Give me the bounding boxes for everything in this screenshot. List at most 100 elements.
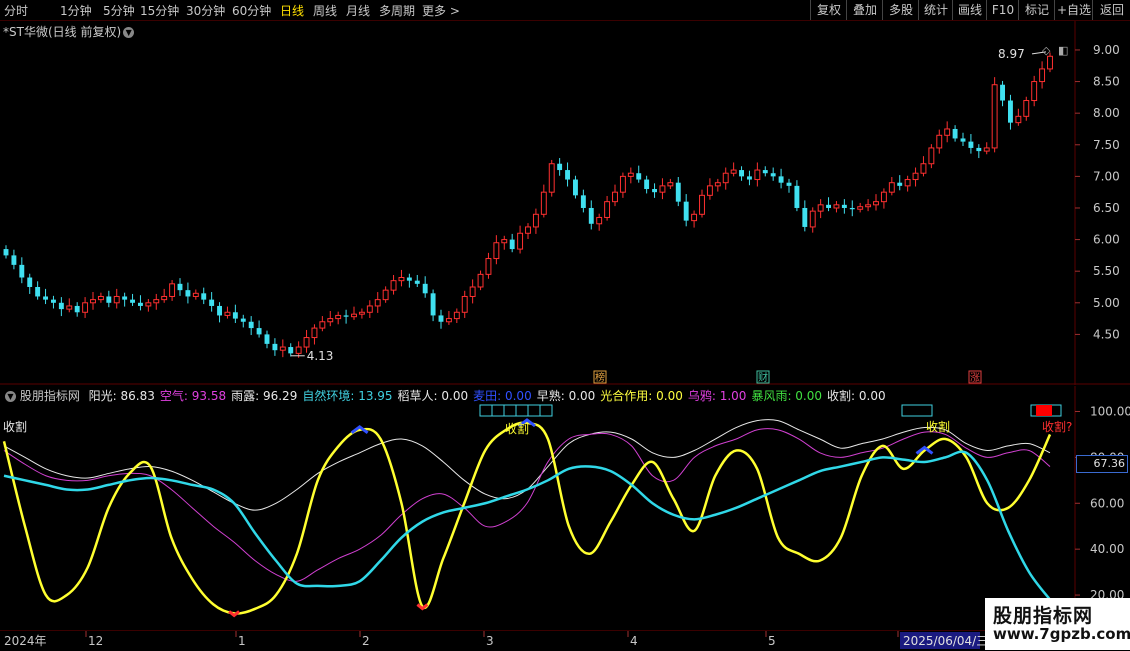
candle-body-up [596,216,603,225]
candle-body-up [1015,115,1022,124]
event-marker[interactable]: 涨 [968,370,982,384]
indicator-field-label: 自然环境: [302,389,359,403]
indicator-field-value: 0.00 [858,389,886,403]
period-tab-fenshi[interactable]: 分时 [4,2,28,19]
date-tick-label: 1 [238,634,246,648]
stock-title[interactable]: *ST华微(日线 前复权) ▼ [3,23,135,40]
candle-body-down [762,170,768,174]
period-tab-daily[interactable]: 日线 [280,2,304,19]
period-tab-1min[interactable]: 1分钟 [60,2,92,19]
candle-body-up [833,204,840,209]
candle-body-down [43,296,48,300]
candle-body-down [272,343,278,351]
candle-body-up [97,295,104,301]
candle-body-up [311,327,318,339]
event-marker[interactable]: 财 [756,370,770,384]
candle-body-down [248,321,254,329]
candle-body-up [667,182,674,187]
candle-body-down [588,207,594,224]
indicator-field-value: 0.00 [504,389,532,403]
candle-body-up [469,286,476,297]
candle-body-down [968,141,974,148]
event-marker-label: 榜 [595,371,605,384]
candlestick-chart: 4.50 5.00 5.50 6.00 6.50 7.00 7.50 8.00 8.50 9.00… [0,21,1130,385]
multi-stock-button[interactable]: 多股 [882,0,919,20]
candle-body-up [627,172,634,177]
indicator-field-value: 13.95 [358,389,393,403]
period-tab-60min[interactable]: 60分钟 [232,2,271,19]
draw-line-button[interactable]: 画线 [952,0,987,20]
candlestick-pane[interactable]: 4.50 5.00 5.50 6.00 6.50 7.00 7.50 8.00 8.50 9.00… [0,21,1130,385]
candle-body-down [3,249,9,256]
candle-body-up [920,163,927,174]
price-tick-label: 7.00 [1093,169,1120,183]
indicator-field-label: 稻草人: [397,389,442,403]
indicator-series-line [2,421,1052,615]
candle-body-up [517,232,524,250]
indicator-field-label: 麦田: [473,389,505,403]
indicator-field-value: 86.83 [120,389,155,403]
candle-body-up [169,283,176,297]
event-marker[interactable]: 榜 [593,370,607,384]
candle-body-up [279,346,286,351]
indicator-field: 麦田: 0.00 [473,389,532,403]
period-tab-more[interactable]: 更多 > [422,2,460,19]
indicator-field: 光合作用: 0.00 [600,389,683,403]
period-toolbar: 分时 1分钟 5分钟 15分钟 30分钟 60分钟 日线 周线 月线 多周期 更… [0,0,1130,21]
chevron-down-icon[interactable]: ▼ [5,391,16,402]
candle-body-down [138,302,143,306]
candle-body-down [217,305,222,316]
period-tab-30min[interactable]: 30分钟 [186,2,225,19]
candle-body-up [619,175,626,193]
price-tick-label: 8.00 [1093,106,1120,120]
candle-body-down [106,296,112,303]
overlay-button[interactable]: 叠加 [846,0,883,20]
candle-body-down [770,173,776,177]
candle-body-down [406,277,412,281]
candle-body-down [185,290,191,297]
chevron-down-icon[interactable]: ▼ [123,27,135,38]
candle-body-up [532,213,539,228]
candle-body-up [82,302,89,313]
candle-body-up [192,292,199,297]
candle-body-down [683,201,689,221]
mark-button[interactable]: 标记 [1018,0,1055,20]
indicator-pane[interactable]: 100.0080.0060.0040.0020.00收割收割收割收割? ▼ 股朋… [0,386,1130,630]
period-tab-multi[interactable]: 多周期 [379,2,415,19]
candle-body-down [201,293,207,300]
period-tab-weekly[interactable]: 周线 [313,2,337,19]
candle-body-up [366,305,373,313]
watermark-title: 股朋指标网 [993,605,1094,627]
candle-body-up [880,191,887,203]
add-watchlist-button[interactable]: +自选 [1054,0,1093,20]
window-toggle-icon[interactable]: ◧ [1058,44,1068,57]
candle-body-down [976,147,982,152]
candle-body-down [897,182,903,186]
candle-body-up [809,210,816,228]
period-tab-monthly[interactable]: 月线 [346,2,370,19]
high-price-label: 8.97 [998,47,1025,61]
fuquan-button[interactable]: 复权 [810,0,847,20]
f10-button[interactable]: F10 [986,0,1019,20]
back-button[interactable]: 返回 [1092,0,1130,20]
candle-body-up [153,299,160,304]
period-tab-5min[interactable]: 5分钟 [103,2,135,19]
diamond-icon[interactable]: ◇ [1042,44,1050,57]
candle-body-up [382,289,389,301]
candle-body-up [351,313,357,318]
candle-body-up [991,84,998,149]
candle-body-down [430,293,436,316]
candle-body-up [817,204,824,212]
indicator-tick-label: 40.00 [1090,542,1124,556]
candle-body-up [944,128,951,136]
candle-body-down [778,176,784,183]
indicator-name[interactable]: 股朋指标网 [20,389,80,403]
candle-body-down [288,347,294,354]
candle-body-down [240,318,246,322]
candle-body-down [74,305,80,313]
candle-body-up [730,169,737,174]
candle-body-up [888,182,895,193]
candle-body-down [557,163,563,171]
period-tab-15min[interactable]: 15分钟 [140,2,179,19]
stats-button[interactable]: 统计 [918,0,953,20]
